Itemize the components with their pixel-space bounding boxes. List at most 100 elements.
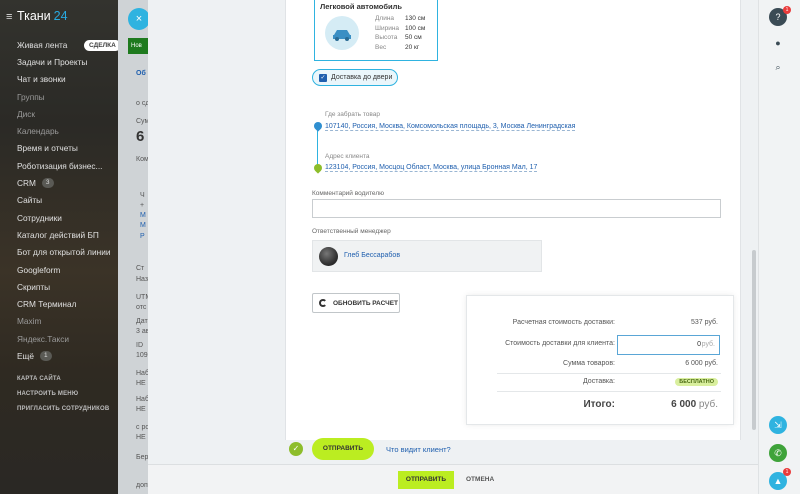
sitemap-link[interactable]: КАРТА САЙТА (17, 376, 61, 382)
refresh-icon (319, 299, 327, 307)
check-circle-icon: ✓ (289, 442, 303, 456)
send-button[interactable]: ОТПРАВИТЬ (312, 438, 374, 460)
sidebar-item[interactable]: Каталог действий БП (17, 226, 118, 243)
route-line (317, 128, 318, 168)
client-cost-value: 0 (697, 341, 701, 348)
footer-cancel-button[interactable]: ОТМЕНА (466, 471, 494, 489)
sidebar-item[interactable]: Чат и звонки (17, 71, 118, 88)
sidebar-item-label: Сайты (17, 195, 43, 206)
delivery-slider: Легковой автомобиль Длина 130 см Ширина 10… (148, 0, 800, 494)
sidebar-item-badge: 3 (41, 178, 54, 189)
sidebar-item[interactable]: Бот для открытой линии (17, 244, 118, 261)
phone-icon[interactable]: ✆ (769, 444, 787, 462)
sidebar-item[interactable]: Роботизация бизнес... (17, 157, 118, 174)
driver-comment-textarea[interactable] (312, 199, 721, 218)
calc-cost-value: 537 руб. (691, 319, 718, 326)
scrollbar[interactable] (752, 250, 756, 430)
bg-text: Ч (140, 192, 145, 199)
slider-footer: ОТПРАВИТЬ ОТМЕНА (148, 464, 758, 494)
bell-icon[interactable]: ● (769, 34, 787, 52)
sidebar-item-label: Роботизация бизнес... (17, 160, 103, 171)
spec-label: Высота (375, 34, 398, 41)
spec-label: Длина (375, 15, 395, 22)
sidebar-item-label: Яндекс.Такси (17, 333, 70, 344)
spec-label: Ширина (375, 24, 400, 32)
bg-text: Бер (136, 454, 149, 461)
sidebar-item[interactable]: Сотрудники (17, 209, 118, 226)
logo-num: 24 (53, 9, 68, 23)
sidebar-item-label: Каталог действий БП (17, 229, 99, 240)
client-cost-input[interactable]: 0 руб. (617, 335, 720, 355)
total-label: Итого: (583, 399, 615, 410)
bg-text: + (140, 202, 145, 209)
invite-employees-link[interactable]: ПРИГЛАСИТЬ СОТРУДНИКОВ (17, 406, 109, 412)
total-value: 6 000 (671, 399, 697, 410)
manager-card[interactable]: Глеб Бессарабов (312, 240, 542, 272)
delivery-label: Доставка: (582, 378, 615, 385)
sidebar-item-label: Бот для открытой линии (17, 247, 111, 258)
sidebar-item-label: Группы (17, 91, 45, 102)
spec-value: 100 см (405, 24, 426, 32)
sidebar-item[interactable]: Календарь (17, 122, 118, 139)
search-icon[interactable]: ⌕ (769, 58, 787, 76)
client-address-link[interactable]: 123104, Россия, Мосцоц Област, Москва, у… (325, 164, 538, 172)
car-icon (325, 16, 359, 50)
sidebar-item[interactable]: Яндекс.Такси (17, 330, 118, 347)
price-summary: Расчетная стоимость доставки: 537 руб. Ст… (466, 295, 734, 425)
sidebar-item-label: CRM Терминал (17, 299, 77, 310)
vehicle-title: Легковой автомобиль (320, 2, 402, 11)
spec-value: 50 см (405, 34, 422, 41)
sidebar-item[interactable]: Время и отчеты (17, 140, 118, 157)
logo[interactable]: ≡ Ткани 24 (6, 9, 68, 23)
bg-text: ID (136, 342, 143, 349)
manager-name[interactable]: Глеб Бессарабов (344, 252, 400, 259)
bg-text: отс (136, 304, 147, 311)
calc-cost-label: Расчетная стоимость доставки: (512, 319, 615, 326)
sidebar-menu: Живая лента Задачи и Проекты Чат и звонки Г… (17, 36, 118, 365)
sidebar-item[interactable]: Сайты (17, 192, 118, 209)
chat-badge: 1 (783, 468, 791, 476)
client-address-label: Адрес клиента (325, 153, 370, 160)
bg-text: 109 (136, 352, 148, 359)
sidebar-item[interactable]: Ещё 1 (17, 347, 118, 364)
close-slider-button[interactable]: × (128, 8, 150, 30)
spec-value: 130 см (405, 15, 426, 22)
bg-text: Об (136, 70, 146, 77)
bg-text: М (140, 212, 146, 219)
sidebar-item-label: Чат и звонки (17, 74, 66, 85)
spec-label: Вес (375, 43, 387, 51)
sidebar-item-label: Задачи и Проекты (17, 56, 88, 67)
hamburger-icon[interactable]: ≡ (6, 11, 14, 23)
sidebar-item-label: Сотрудники (17, 212, 62, 223)
checkbox-checked-icon[interactable]: ✓ (319, 73, 327, 82)
goods-sum-value: 6 000 руб. (685, 360, 718, 367)
open-line-icon[interactable]: ⇲ (769, 416, 787, 434)
sidebar-item-label: Скрипты (17, 281, 51, 292)
divider (497, 373, 721, 374)
sidebar-item[interactable]: CRM Терминал (17, 295, 118, 312)
sidebar-item[interactable]: Живая лента (17, 36, 118, 53)
vehicle-card[interactable]: Легковой автомобиль Длина 130 см Ширина 10… (314, 0, 438, 61)
pickup-address-link[interactable]: 107140, Россия, Москва, Комсомольская пл… (325, 123, 576, 131)
sidebar-item-label: Maxim (17, 316, 42, 327)
divider (497, 391, 721, 392)
sidebar-item-label: Время и отчеты (17, 143, 78, 154)
client-view-link[interactable]: Что видит клиент? (386, 445, 451, 454)
door-delivery-toggle[interactable]: ✓ Доставка до двери (312, 69, 398, 86)
sidebar-item[interactable]: Задачи и Проекты (17, 53, 118, 70)
sidebar-item[interactable]: CRM 3 (17, 174, 118, 191)
bg-text: Наз (136, 276, 149, 283)
footer-send-button[interactable]: ОТПРАВИТЬ (398, 471, 454, 489)
recalculate-button[interactable]: ОБНОВИТЬ РАСЧЕТ (312, 293, 400, 313)
bg-text: 6 (136, 128, 145, 145)
sidebar-item[interactable]: Группы (17, 88, 118, 105)
right-toolbar: ? 1 ● ⌕ ⇲ ✆ ▲ 1 (758, 0, 800, 494)
avatar (319, 247, 338, 266)
client-cost-label: Стоимость доставки для клиента: (505, 340, 615, 347)
configure-menu-link[interactable]: НАСТРОИТЬ МЕНЮ (17, 391, 78, 397)
sidebar-item[interactable]: Скрипты (17, 278, 118, 295)
sidebar-item[interactable]: Диск (17, 105, 118, 122)
vehicle-specs: Длина 130 см Ширина 100 см Высота 50 см Вес… (375, 14, 425, 52)
sidebar-item[interactable]: Maxim (17, 313, 118, 330)
sidebar-item[interactable]: Googleform (17, 261, 118, 278)
